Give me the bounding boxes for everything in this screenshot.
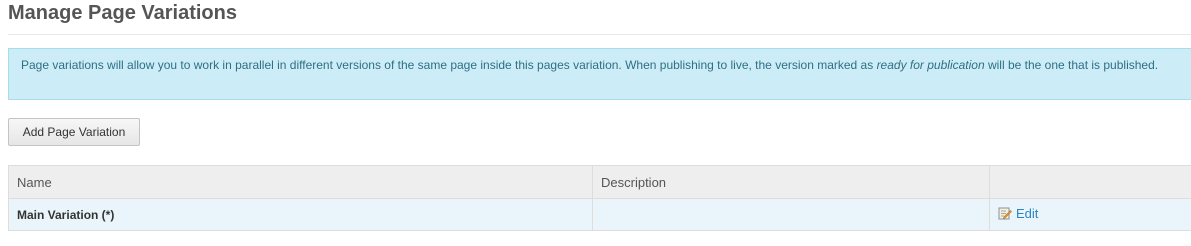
variation-description — [592, 198, 990, 231]
table-header-row: Name Description — [8, 165, 1191, 199]
manage-page-variations: Manage Page Variations Page variations w… — [0, 0, 1191, 246]
edit-link[interactable]: Edit — [998, 206, 1038, 221]
edit-icon — [998, 206, 1012, 220]
column-header-name: Name — [8, 165, 593, 199]
column-header-description: Description — [592, 165, 990, 199]
variations-table: Name Description Main Variation (*) Edit — [8, 165, 1191, 231]
add-page-variation-button[interactable]: Add Page Variation — [8, 118, 140, 146]
info-text-end: will be the one that is published. — [984, 58, 1159, 72]
variation-actions: Edit — [989, 198, 1191, 231]
table-row: Main Variation (*) Edit — [8, 198, 1191, 231]
info-text-emphasis: ready for publication — [876, 58, 985, 72]
variation-name: Main Variation (*) — [8, 198, 593, 231]
edit-label: Edit — [1016, 205, 1039, 221]
page-title: Manage Page Variations — [8, 2, 237, 24]
title-divider — [8, 34, 1191, 35]
info-text-start: Page variations will allow you to work i… — [21, 58, 877, 72]
info-message: Page variations will allow you to work i… — [8, 48, 1191, 100]
column-header-actions — [989, 165, 1191, 199]
